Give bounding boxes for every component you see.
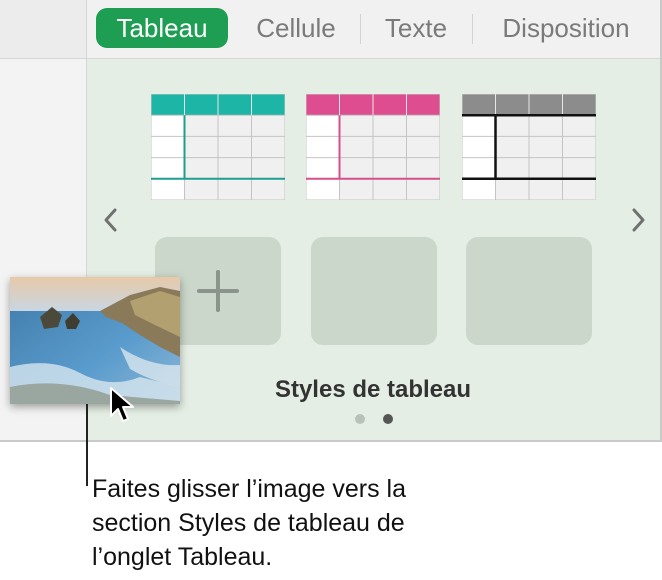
tab-cellule[interactable]: Cellule bbox=[240, 8, 352, 48]
chevron-right-icon[interactable] bbox=[628, 205, 648, 235]
callout-line-1: Faites glisser l’image vers la bbox=[92, 475, 406, 503]
tab-texte[interactable]: Texte bbox=[370, 8, 462, 48]
dragged-image-coast[interactable] bbox=[10, 277, 180, 404]
page-dot-1[interactable] bbox=[355, 414, 365, 424]
empty-style-slot[interactable] bbox=[311, 237, 437, 345]
callout-line-3: l’onglet Tableau. bbox=[92, 543, 273, 571]
callout-text: Faites glisser l’image vers la section S… bbox=[92, 472, 512, 574]
callout-line-2: section Styles de tableau de bbox=[92, 509, 405, 537]
tab-separator bbox=[472, 14, 473, 44]
empty-style-slot[interactable] bbox=[466, 237, 592, 345]
page-dot-2-current[interactable] bbox=[383, 414, 393, 424]
chevron-left-icon[interactable] bbox=[101, 205, 121, 235]
left-sidebar-header bbox=[0, 0, 86, 59]
tab-tableau[interactable]: Tableau bbox=[96, 8, 228, 48]
panel-title: Styles de tableau bbox=[274, 376, 472, 403]
table-style-thumbnail-teal[interactable] bbox=[151, 94, 285, 200]
table-style-thumbnail-gray[interactable] bbox=[462, 94, 596, 200]
callout-line bbox=[86, 404, 88, 486]
pointer-cursor-icon bbox=[110, 387, 134, 422]
table-style-thumbnail-pink[interactable] bbox=[306, 94, 440, 200]
plus-icon bbox=[197, 270, 239, 312]
tab-separator bbox=[360, 14, 361, 44]
tab-disposition[interactable]: Disposition bbox=[486, 8, 646, 48]
